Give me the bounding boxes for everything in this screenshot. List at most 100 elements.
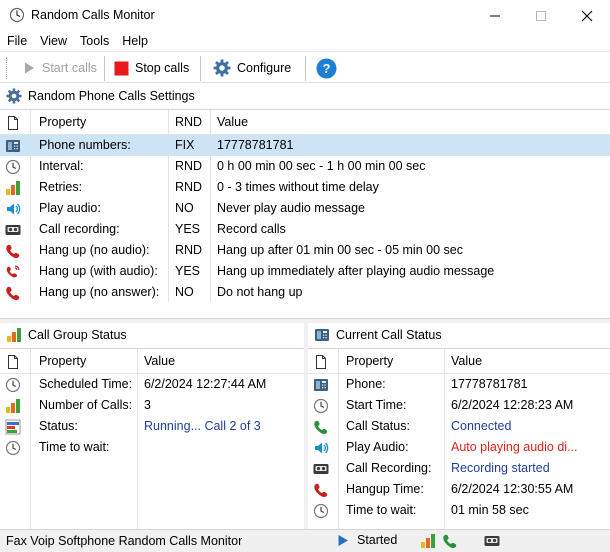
- cell-value: Never play audio message: [217, 201, 365, 215]
- toolbar-separator: [104, 56, 105, 81]
- cell-property: Call Status:: [346, 419, 410, 433]
- bar-chart-icon: [5, 180, 21, 196]
- column-header-value[interactable]: Value: [144, 351, 175, 372]
- menu-file[interactable]: File: [0, 31, 33, 51]
- table-row[interactable]: Play audio: NO Never play audio message: [0, 198, 610, 219]
- column-header-value[interactable]: Value: [451, 351, 482, 372]
- start-calls-label: Start calls: [42, 61, 97, 75]
- current-status-table: Property Value Phone: 17778781781 Start Ti…: [308, 348, 610, 530]
- cell-value: 17778781781: [217, 138, 294, 152]
- cell-value: Auto playing audio di...: [451, 440, 578, 454]
- table-row[interactable]: Play Audio: Auto playing audio di...: [308, 437, 610, 458]
- cell-value: 01 min 58 sec: [451, 503, 529, 517]
- column-header-value[interactable]: Value: [217, 112, 248, 133]
- clock-icon: [313, 503, 329, 519]
- status-text: Fax Voip Softphone Random Calls Monitor: [6, 534, 243, 548]
- cell-value: [144, 437, 300, 458]
- column-header-property[interactable]: Property: [39, 351, 86, 372]
- cell-value: Running... Call 2 of 3: [144, 419, 261, 433]
- minimize-icon: [490, 15, 500, 16]
- cell-property: Scheduled Time:: [39, 377, 133, 391]
- table-row[interactable]: Scheduled Time: 6/2/2024 12:27:44 AM: [0, 374, 304, 395]
- cell-rnd: RND: [175, 243, 203, 257]
- cell-property: Call Recording:: [346, 461, 432, 475]
- document-icon: [5, 115, 21, 131]
- table-row[interactable]: Call Recording: Recording started: [308, 458, 610, 479]
- table-row[interactable]: Phone numbers: FIX 17778781781: [0, 135, 610, 156]
- cell-rnd: FIX: [175, 138, 195, 152]
- table-row[interactable]: Start Time: 6/2/2024 12:28:23 AM: [308, 395, 610, 416]
- table-header-row: Property RND Value: [0, 112, 610, 133]
- cell-property: Retries:: [39, 180, 83, 194]
- speaker-icon: [313, 440, 329, 456]
- help-button[interactable]: ?: [316, 56, 343, 80]
- cell-property: Call recording:: [39, 222, 120, 236]
- gear-icon: [6, 88, 22, 104]
- cell-value: 3: [144, 398, 151, 412]
- cell-rnd: YES: [175, 264, 201, 278]
- table-row[interactable]: Call Status: Connected: [308, 416, 610, 437]
- cell-rnd: YES: [175, 222, 201, 236]
- configure-button[interactable]: Configure: [213, 56, 291, 80]
- status-chart-icon: [5, 419, 21, 435]
- column-header-property[interactable]: Property: [346, 351, 393, 372]
- play-icon: [22, 61, 36, 75]
- clock-icon: [5, 159, 21, 175]
- table-row[interactable]: Phone: 17778781781: [308, 374, 610, 395]
- help-icon: ?: [316, 58, 337, 79]
- settings-header: Random Phone Calls Settings: [0, 84, 610, 108]
- table-row[interactable]: Hang up (with audio): YES Hang up immediat…: [0, 261, 610, 282]
- cell-property: Start Time:: [346, 398, 407, 412]
- menu-tools[interactable]: Tools: [73, 31, 115, 51]
- cell-property: Hang up (no audio):: [39, 243, 150, 257]
- close-button[interactable]: [564, 0, 610, 31]
- current-status-title: Current Call Status: [336, 328, 442, 342]
- cell-property: Time to wait:: [39, 440, 110, 454]
- menu-help[interactable]: Help: [115, 31, 154, 51]
- table-header-row: Property Value: [0, 351, 304, 372]
- hangup-phone-icon: [5, 285, 21, 301]
- gear-icon: [213, 59, 231, 77]
- cell-rnd: RND: [175, 159, 203, 173]
- cell-rnd: NO: [175, 201, 194, 215]
- document-icon: [5, 354, 21, 370]
- menu-bar: File View Tools Help: [0, 31, 610, 51]
- table-row[interactable]: Status: Running... Call 2 of 3: [0, 416, 304, 437]
- cell-property: Time to wait:: [346, 503, 417, 517]
- cell-rnd: NO: [175, 285, 194, 299]
- table-row[interactable]: Time to wait:: [0, 437, 304, 458]
- table-row[interactable]: Call recording: YES Record calls: [0, 219, 610, 240]
- table-row[interactable]: Number of Calls: 3: [0, 395, 304, 416]
- close-icon: [581, 10, 593, 21]
- cell-property: Hang up (with audio):: [39, 264, 158, 278]
- group-status-title: Call Group Status: [28, 328, 127, 342]
- table-row[interactable]: Hang up (no answer): NO Do not hang up: [0, 282, 610, 303]
- minimize-button[interactable]: [472, 0, 518, 31]
- maximize-button[interactable]: [518, 0, 564, 31]
- cell-value: 6/2/2024 12:27:44 AM: [144, 377, 267, 391]
- cell-value: Connected: [451, 419, 512, 433]
- cell-value: 0 h 00 min 00 sec - 1 h 00 min 00 sec: [217, 159, 426, 173]
- cell-value: 17778781781: [451, 377, 528, 391]
- table-row[interactable]: Time to wait: 01 min 58 sec: [308, 500, 610, 521]
- stop-calls-button[interactable]: Stop calls: [114, 56, 189, 80]
- table-row[interactable]: Hangup Time: 6/2/2024 12:30:55 AM: [308, 479, 610, 500]
- title-bar[interactable]: Random Calls Monitor: [0, 0, 610, 31]
- hangup-audio-icon: [5, 264, 21, 280]
- cell-value: Hang up immediately after playing audio …: [217, 264, 495, 278]
- document-icon: [313, 354, 329, 370]
- table-row[interactable]: Hang up (no audio): RND Hang up after 01 m…: [0, 240, 610, 261]
- table-row[interactable]: Interval: RND 0 h 00 min 00 sec - 1 h 00 m…: [0, 156, 610, 177]
- toolbar-grip[interactable]: [6, 57, 8, 79]
- column-header-property[interactable]: Property: [39, 112, 86, 133]
- bar-chart-icon: [6, 327, 22, 343]
- window-title: Random Calls Monitor: [31, 8, 155, 22]
- cell-property: Play Audio:: [346, 440, 409, 454]
- start-calls-button[interactable]: Start calls: [22, 56, 97, 80]
- table-row[interactable]: Retries: RND 0 - 3 times without time dela…: [0, 177, 610, 198]
- run-state-label: Started: [357, 533, 398, 547]
- column-header-rnd[interactable]: RND: [175, 112, 202, 133]
- menu-view[interactable]: View: [33, 31, 73, 51]
- tape-recorder-icon: [313, 461, 329, 477]
- clock-icon: [313, 398, 329, 414]
